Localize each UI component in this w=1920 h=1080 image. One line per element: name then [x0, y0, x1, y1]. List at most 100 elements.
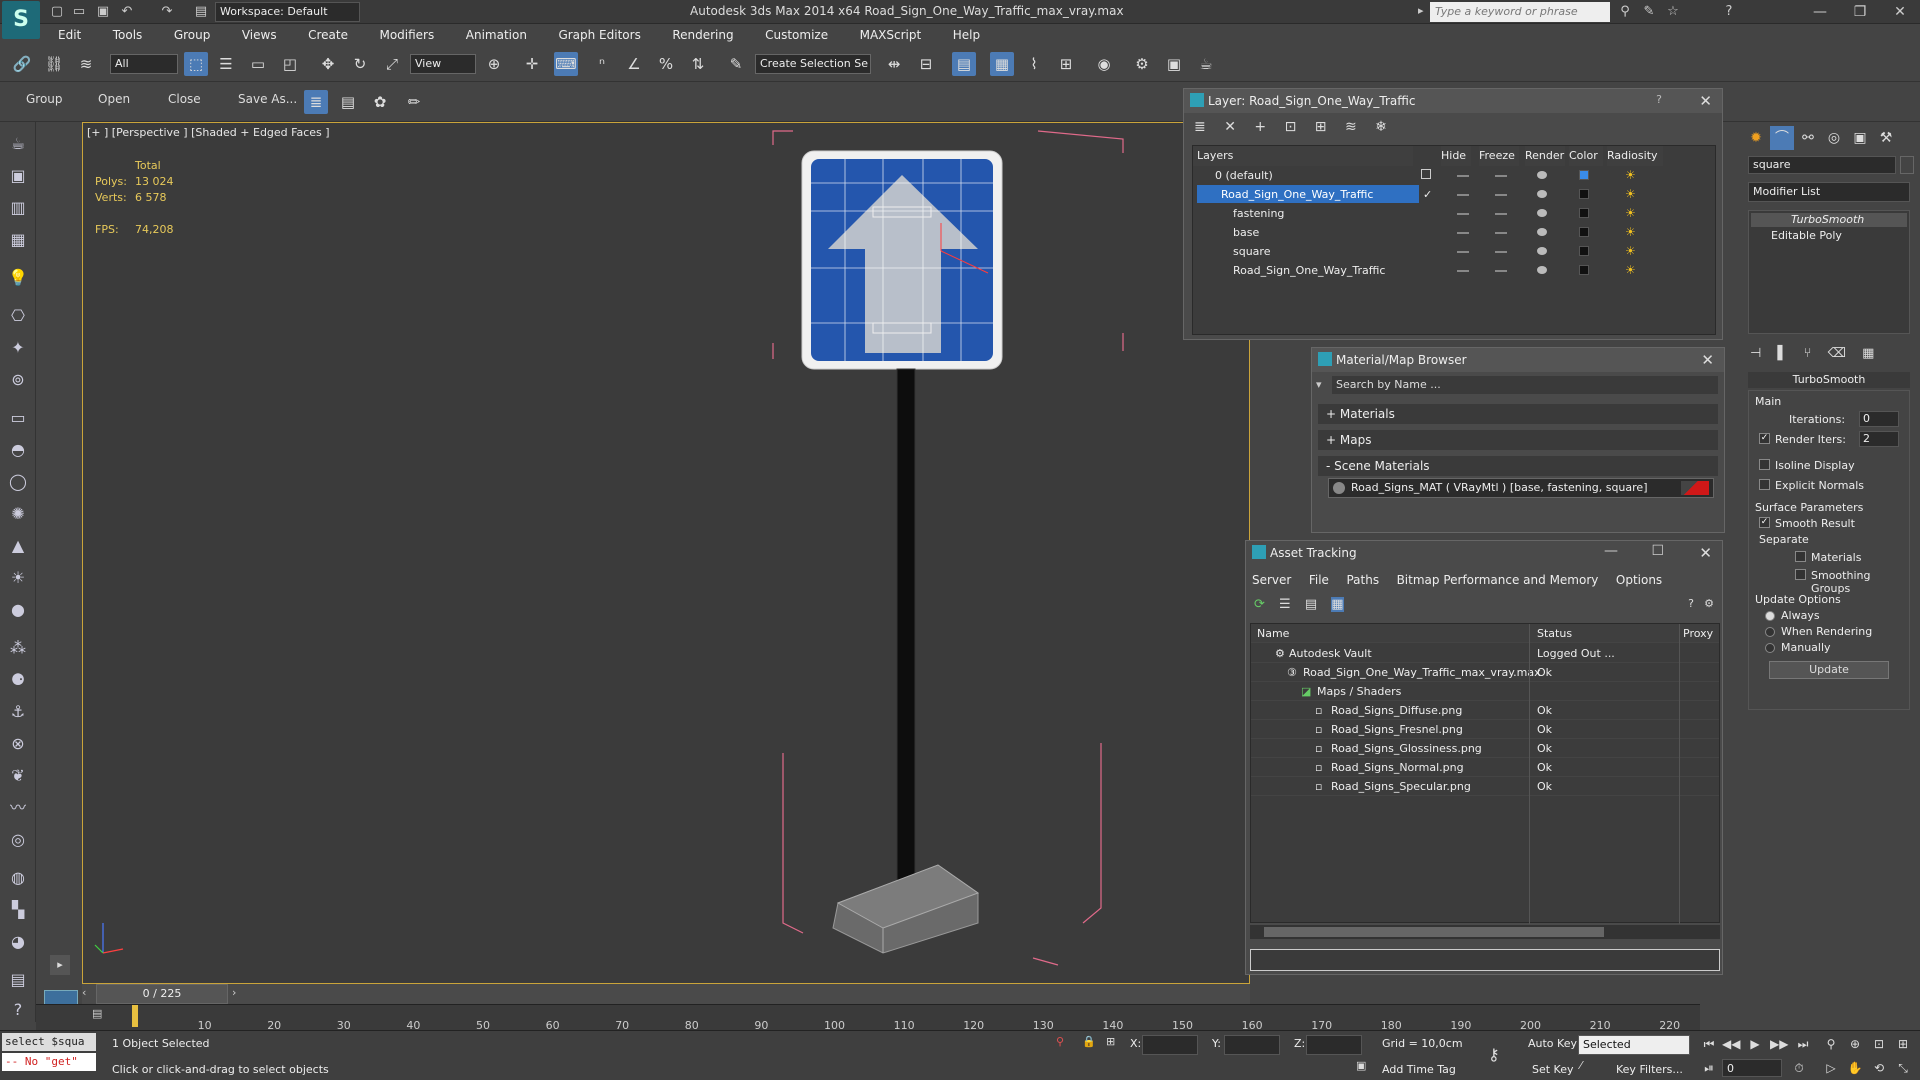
- utilities-tab-icon[interactable]: ⚒: [1874, 126, 1898, 150]
- layers-icon[interactable]: ≣: [304, 90, 328, 114]
- layer-color-swatch[interactable]: [1579, 246, 1589, 256]
- isolate-icon[interactable]: ⚲: [1056, 1035, 1064, 1048]
- asset-row[interactable]: ▫ Road_Signs_Specular.png Ok: [1251, 777, 1719, 796]
- select-by-name-icon[interactable]: ☰: [214, 52, 238, 76]
- spinner-snap-icon[interactable]: ⇅: [686, 52, 710, 76]
- maxscript-listener-input[interactable]: select $squa: [2, 1033, 96, 1051]
- save-as-button[interactable]: Save As...: [238, 92, 297, 106]
- new-file-icon[interactable]: ▢: [48, 3, 66, 21]
- save-icon[interactable]: ▣: [94, 3, 112, 21]
- percent-snap-icon[interactable]: %: [654, 52, 678, 76]
- render-eye-icon[interactable]: [1537, 266, 1547, 274]
- when-rendering-radio[interactable]: [1765, 627, 1775, 637]
- layer-object-name[interactable]: square: [1229, 242, 1270, 260]
- layer-manager-icon[interactable]: ▤: [952, 52, 976, 76]
- goto-end-icon[interactable]: ⏭: [1794, 1035, 1812, 1053]
- table-view-icon[interactable]: ▦: [1331, 597, 1344, 612]
- menu-edit[interactable]: Edit: [44, 24, 95, 46]
- menu-tools[interactable]: Tools: [99, 24, 157, 46]
- menu-create[interactable]: Create: [294, 24, 362, 46]
- menu-graph-editors[interactable]: Graph Editors: [544, 24, 654, 46]
- menu-customize[interactable]: Customize: [751, 24, 842, 46]
- render-eye-icon[interactable]: [1537, 228, 1547, 236]
- always-radio[interactable]: [1765, 611, 1775, 621]
- brush-icon[interactable]: ✏: [402, 90, 426, 114]
- helper-icon[interactable]: ✦: [6, 336, 30, 360]
- pivot-center-icon[interactable]: ⊕: [482, 52, 506, 76]
- light-icon[interactable]: 💡: [6, 266, 30, 290]
- thumbnail-view-icon[interactable]: ▤: [1305, 597, 1317, 612]
- color-palette-icon[interactable]: ✿: [368, 90, 392, 114]
- object-color-swatch[interactable]: [1900, 156, 1914, 174]
- plane-icon[interactable]: ▥: [6, 196, 30, 220]
- window-crossing-icon[interactable]: ◰: [278, 52, 302, 76]
- search-arrow-icon[interactable]: ▸: [1418, 4, 1424, 17]
- goto-start-icon[interactable]: ⏮: [1700, 1035, 1718, 1053]
- header-radiosity[interactable]: Radiosity: [1607, 146, 1663, 166]
- restore-button[interactable]: ❐: [1840, 2, 1880, 22]
- modify-tab-icon[interactable]: ⌒: [1770, 126, 1794, 150]
- orbit-icon[interactable]: ⟲: [1870, 1059, 1888, 1077]
- update-button[interactable]: Update: [1769, 661, 1889, 679]
- minimize-button[interactable]: —: [1800, 2, 1840, 22]
- asset-close-icon[interactable]: ✕: [1699, 541, 1712, 565]
- asset-help-icon[interactable]: ?: [1688, 597, 1694, 610]
- cone-icon[interactable]: ▲: [6, 534, 30, 558]
- create-layer-icon[interactable]: ≣: [1194, 119, 1206, 135]
- hide-all-layers-icon[interactable]: ≋: [1345, 119, 1357, 135]
- asset-row[interactable]: ▫ Road_Signs_Normal.png Ok: [1251, 758, 1719, 777]
- next-frame-arrow-icon[interactable]: ›: [232, 986, 236, 999]
- materials-section[interactable]: + Materials: [1318, 404, 1718, 424]
- display-tab-icon[interactable]: ▣: [1848, 126, 1872, 150]
- radiosity-icon[interactable]: ☀: [1625, 263, 1639, 277]
- motion-tab-icon[interactable]: ◎: [1822, 126, 1846, 150]
- favorites-star-icon[interactable]: ☆: [1664, 3, 1682, 21]
- undo-icon[interactable]: ↶: [118, 3, 136, 21]
- stack-item-turbosmooth[interactable]: TurboSmooth: [1751, 213, 1907, 227]
- create-tab-icon[interactable]: ✹: [1744, 126, 1768, 150]
- video-icon[interactable]: ⊚: [6, 368, 30, 392]
- layer-color-swatch[interactable]: [1579, 265, 1589, 275]
- redo-icon[interactable]: ↷: [158, 3, 176, 21]
- delete-layer-icon[interactable]: ✕: [1224, 119, 1236, 135]
- search-input[interactable]: Type a keyword or phrase: [1430, 2, 1610, 22]
- maxscript-listener-output[interactable]: -- No "get": [2, 1053, 96, 1071]
- object-name-field[interactable]: square: [1748, 156, 1896, 174]
- scene-explorer-icon[interactable]: ▤: [336, 90, 360, 114]
- modifier-list-dropdown[interactable]: Modifier List: [1748, 182, 1910, 202]
- curve-editor-icon[interactable]: ⌇: [1022, 52, 1046, 76]
- radiosity-icon[interactable]: ☀: [1625, 244, 1639, 258]
- layer-color-swatch[interactable]: [1579, 170, 1589, 180]
- layer-row[interactable]: square ☀: [1193, 242, 1663, 261]
- x-coordinate-field[interactable]: [1142, 1035, 1198, 1055]
- show-end-result-icon[interactable]: ▌: [1777, 346, 1787, 361]
- close-button[interactable]: ✕: [1880, 2, 1920, 22]
- asset-menu-options[interactable]: Options: [1610, 569, 1670, 591]
- help-icon[interactable]: ?: [1720, 3, 1738, 21]
- link-icon[interactable]: 🔗: [10, 52, 34, 76]
- layer-object-name[interactable]: fastening: [1229, 204, 1284, 222]
- add-to-layer-icon[interactable]: +: [1254, 119, 1266, 135]
- rotate-icon[interactable]: ↻: [348, 52, 372, 76]
- key-mode-toggle-icon[interactable]: ⏯: [1700, 1059, 1718, 1077]
- render-iters-checkbox[interactable]: ✓: [1759, 433, 1770, 444]
- camera-icon[interactable]: ⎔: [6, 304, 30, 328]
- layer-row[interactable]: Road_Sign_One_Way_Traffic ☀: [1193, 261, 1663, 280]
- group-button[interactable]: Group: [26, 92, 63, 106]
- menu-animation[interactable]: Animation: [452, 24, 541, 46]
- layer-color-swatch[interactable]: [1579, 227, 1589, 237]
- explicit-normals-checkbox[interactable]: [1759, 479, 1770, 490]
- render-iters-spinner[interactable]: 2: [1859, 431, 1899, 447]
- workspace-dropdown[interactable]: Workspace: Default: [215, 2, 360, 22]
- radiosity-icon[interactable]: ☀: [1625, 168, 1639, 182]
- expand-arrow-icon[interactable]: ▸: [50, 955, 70, 975]
- header-color[interactable]: Color: [1569, 146, 1603, 166]
- blue-sphere-icon[interactable]: ◕: [6, 930, 30, 954]
- particles-icon[interactable]: ⁂: [6, 636, 30, 660]
- layer-help-icon[interactable]: ?: [1656, 93, 1662, 106]
- asset-row[interactable]: ◪ Maps / Shaders: [1251, 682, 1719, 701]
- horizontal-scrollbar[interactable]: [1250, 925, 1720, 939]
- radiosity-icon[interactable]: ☀: [1625, 225, 1639, 239]
- smoothing-groups-checkbox[interactable]: [1795, 569, 1806, 580]
- track-bar-icon[interactable]: ▤: [92, 1007, 102, 1020]
